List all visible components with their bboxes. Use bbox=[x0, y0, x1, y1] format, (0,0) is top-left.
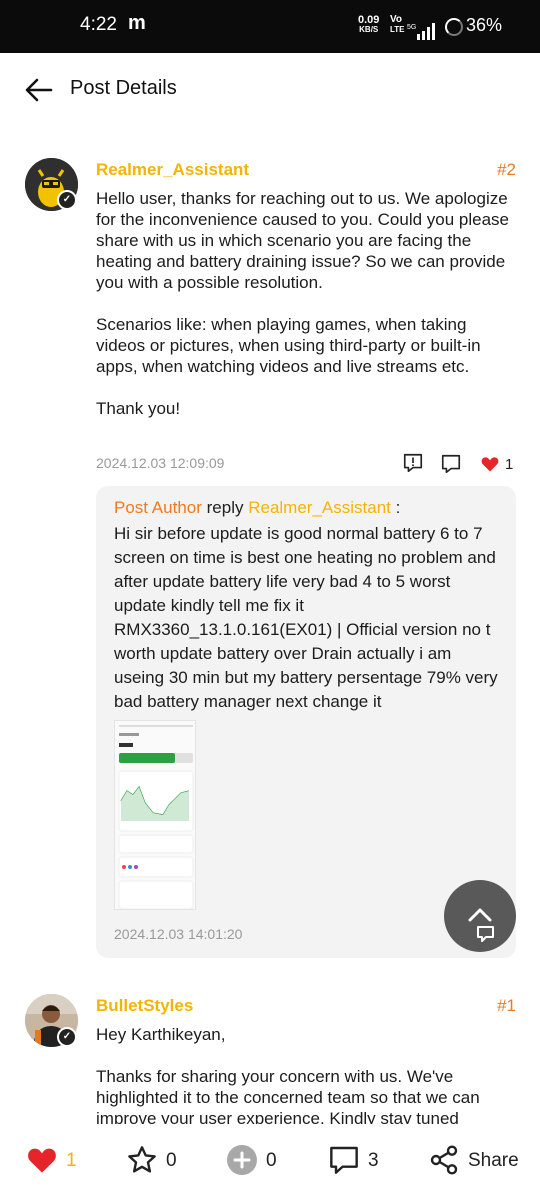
signal-icon: 5G bbox=[407, 23, 435, 40]
net-speed-value: 0.09 bbox=[358, 14, 380, 26]
back-arrow-icon[interactable] bbox=[24, 75, 54, 105]
battery-screenshot-thumbnail bbox=[115, 721, 195, 909]
verified-badge-icon: ✓ bbox=[57, 190, 77, 210]
like-heart-icon[interactable] bbox=[26, 1144, 58, 1176]
floor-number: #1 bbox=[497, 996, 516, 1015]
reply-word: reply bbox=[206, 498, 244, 517]
report-icon[interactable] bbox=[402, 452, 424, 474]
reply-to-user[interactable]: Realmer_Assistant bbox=[248, 498, 391, 517]
volte-top: Vo bbox=[390, 14, 403, 25]
status-carrier-glyph: m bbox=[128, 12, 146, 34]
like-count: 1 bbox=[66, 1150, 77, 1171]
comment-icon[interactable] bbox=[328, 1144, 360, 1176]
page-title: Post Details bbox=[70, 77, 177, 99]
boost-count: 0 bbox=[266, 1150, 277, 1171]
status-bar: 4:22 m 0.09 KB/S Vo LTE 5G 36% bbox=[0, 0, 540, 53]
username[interactable]: Realmer_Assistant bbox=[96, 160, 249, 180]
reply-header: Post Author reply Realmer_Assistant : bbox=[114, 498, 400, 518]
status-time: 4:22 bbox=[80, 14, 117, 35]
like-count: 1 bbox=[505, 456, 514, 473]
reply-date: 2024.12.03 14:01:20 bbox=[114, 926, 243, 942]
reply-colon: : bbox=[390, 498, 401, 517]
share-icon[interactable] bbox=[428, 1144, 460, 1176]
verified-badge-icon: ✓ bbox=[57, 1027, 77, 1047]
favorite-count: 0 bbox=[166, 1150, 177, 1171]
comment-count: 3 bbox=[368, 1150, 379, 1171]
heart-icon[interactable] bbox=[480, 454, 500, 474]
reply-text: Hi sir before update is good normal batt… bbox=[114, 524, 498, 711]
comment-date: 2024.12.03 12:09:09 bbox=[96, 455, 225, 471]
reply-icon[interactable] bbox=[440, 453, 462, 475]
comment-body: Hey Karthikeyan, Thanks for sharing your… bbox=[96, 1025, 480, 1124]
share-label[interactable]: Share bbox=[468, 1150, 519, 1172]
net-speed-unit: KB/S bbox=[359, 25, 379, 34]
floor-number: #2 bbox=[497, 160, 516, 179]
volte-bottom: LTE bbox=[390, 25, 405, 34]
bottom-action-bar: 1 0 0 3 Share bbox=[0, 1124, 540, 1200]
network-type: 5G bbox=[407, 24, 416, 31]
username[interactable]: BulletStyles bbox=[96, 996, 193, 1016]
reply-author-label: Post Author bbox=[114, 498, 202, 517]
battery-percent: 36% bbox=[466, 15, 503, 35]
plus-boost-icon[interactable] bbox=[226, 1144, 258, 1176]
header: Post Details bbox=[0, 53, 540, 125]
status-net-speed: 0.09 KB/S bbox=[358, 15, 379, 35]
chevron-up-comment-icon bbox=[468, 908, 494, 942]
reply-screenshot-image[interactable] bbox=[114, 720, 196, 910]
comment-body: Hello user, thanks for reaching out to u… bbox=[96, 189, 509, 418]
volte-indicator: Vo LTE bbox=[390, 15, 405, 35]
star-favorite-icon[interactable] bbox=[126, 1144, 158, 1176]
scroll-top-button[interactable] bbox=[444, 880, 516, 952]
battery-ring-icon bbox=[445, 18, 463, 36]
